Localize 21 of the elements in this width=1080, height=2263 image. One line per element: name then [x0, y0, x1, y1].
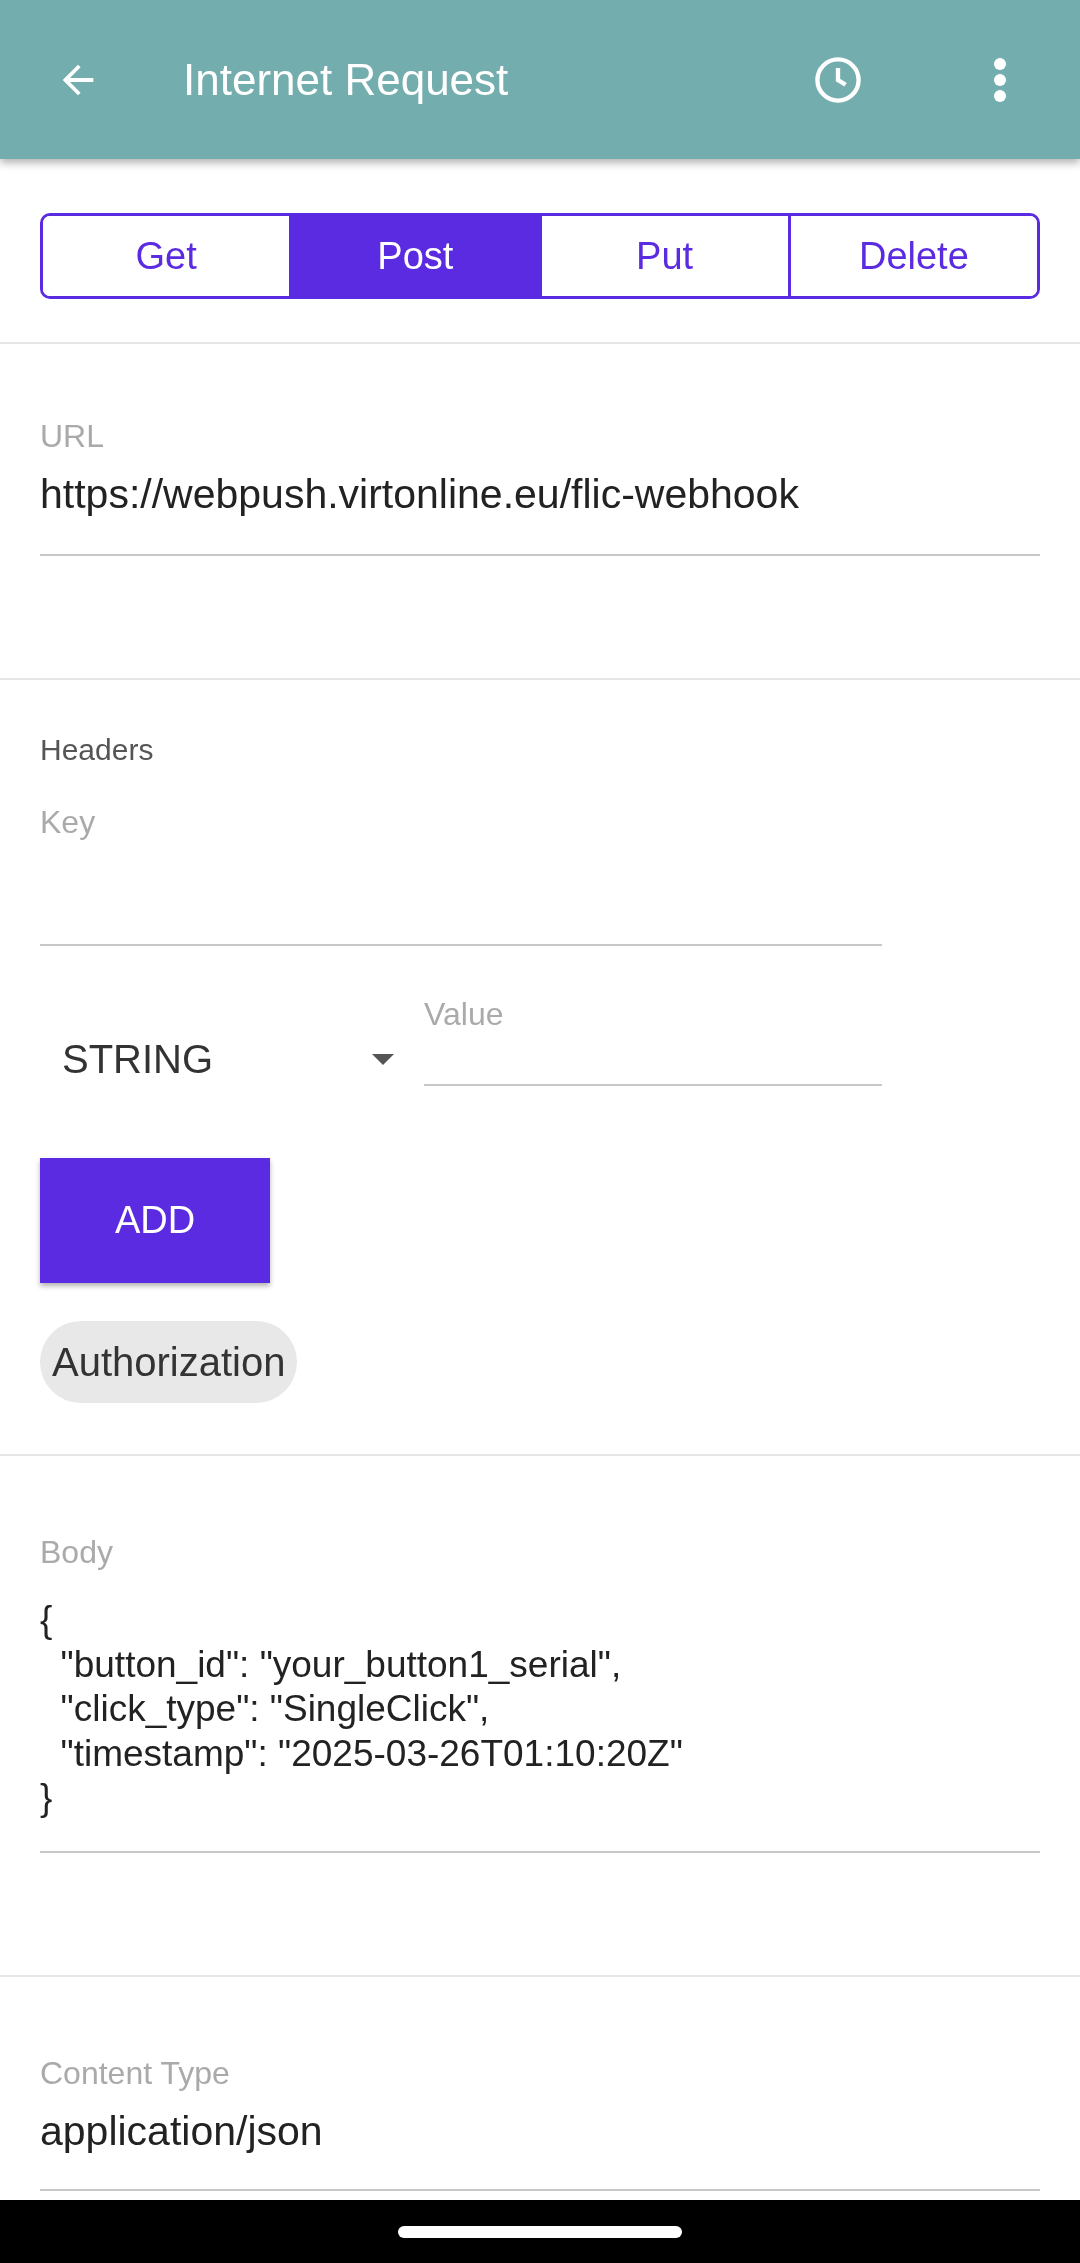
body-text-line: "click_type": "SingleClick",: [59, 1687, 491, 1731]
dropdown-caret-icon: [372, 1054, 394, 1065]
content-type-field[interactable]: application/json: [40, 2100, 1040, 2191]
type-dropdown[interactable]: STRING: [40, 946, 424, 1082]
add-button[interactable]: ADD: [40, 1158, 270, 1283]
url-field[interactable]: https://webpush.virtonline.eu/flic-webhook: [40, 464, 1040, 556]
field-label: URL: [40, 417, 105, 456]
header-chip[interactable]: Authorization: [40, 1321, 298, 1403]
method-tab[interactable]: Post: [289, 216, 539, 296]
body-text-line: }: [40, 1776, 54, 1820]
body-field[interactable]: { "button_id": "your_button1_serial", "click_type": "SingleClick", "timestamp": "2025-03-26T01:10:20Z" }: [40, 1598, 1040, 1853]
home-handle[interactable]: [398, 2225, 682, 2238]
more-menu-icon[interactable]: [992, 55, 1008, 104]
field-label: Content Type: [40, 2053, 231, 2093]
screen-title: Internet Request: [183, 54, 509, 105]
body-text-line: "button_id": "your_button1_serial",: [59, 1642, 623, 1687]
field-label: Body: [40, 1533, 114, 1572]
body-text-line: "timestamp": "2025-03-26T01:10:20Z": [59, 1731, 684, 1776]
method-tab[interactable]: Delete: [787, 216, 1037, 296]
body-text-line: {: [40, 1598, 54, 1642]
section-heading: Headers: [40, 732, 155, 768]
